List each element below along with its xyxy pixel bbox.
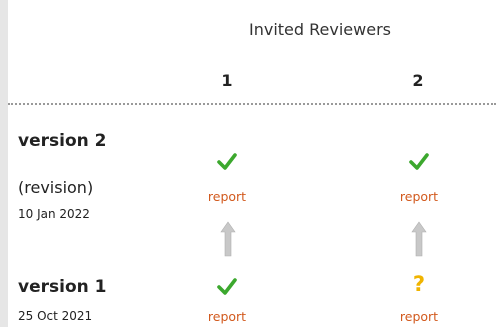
version-2-label: version 2 (18, 131, 107, 151)
reviewer-2-number: 2 (412, 71, 424, 90)
version-1-reviewer-1-report-link[interactable]: report (192, 309, 262, 324)
reviewer-status-panel: Invited Reviewers 1 2 version 2 (revisio… (0, 0, 496, 327)
invited-reviewers-heading: Invited Reviewers (249, 20, 391, 39)
checkmark-icon (409, 153, 429, 170)
version-2-revision-note: (revision) (18, 178, 94, 197)
checkmark-icon (217, 278, 237, 295)
checkmark-icon (217, 153, 237, 170)
question-mark-icon: ? (412, 272, 426, 296)
arrow-up-icon (411, 221, 427, 257)
arrow-up-icon (220, 221, 236, 257)
version-2-reviewer-2-report-link[interactable]: report (384, 189, 454, 204)
version-1-date: 25 Oct 2021 (18, 309, 93, 323)
left-border (0, 0, 8, 327)
header-divider (8, 103, 496, 105)
version-2-date: 10 Jan 2022 (18, 207, 90, 221)
reviewer-1-number: 1 (221, 71, 233, 90)
version-1-label: version 1 (18, 277, 107, 297)
version-2-reviewer-1-report-link[interactable]: report (192, 189, 262, 204)
version-1-reviewer-2-report-link[interactable]: report (384, 309, 454, 324)
